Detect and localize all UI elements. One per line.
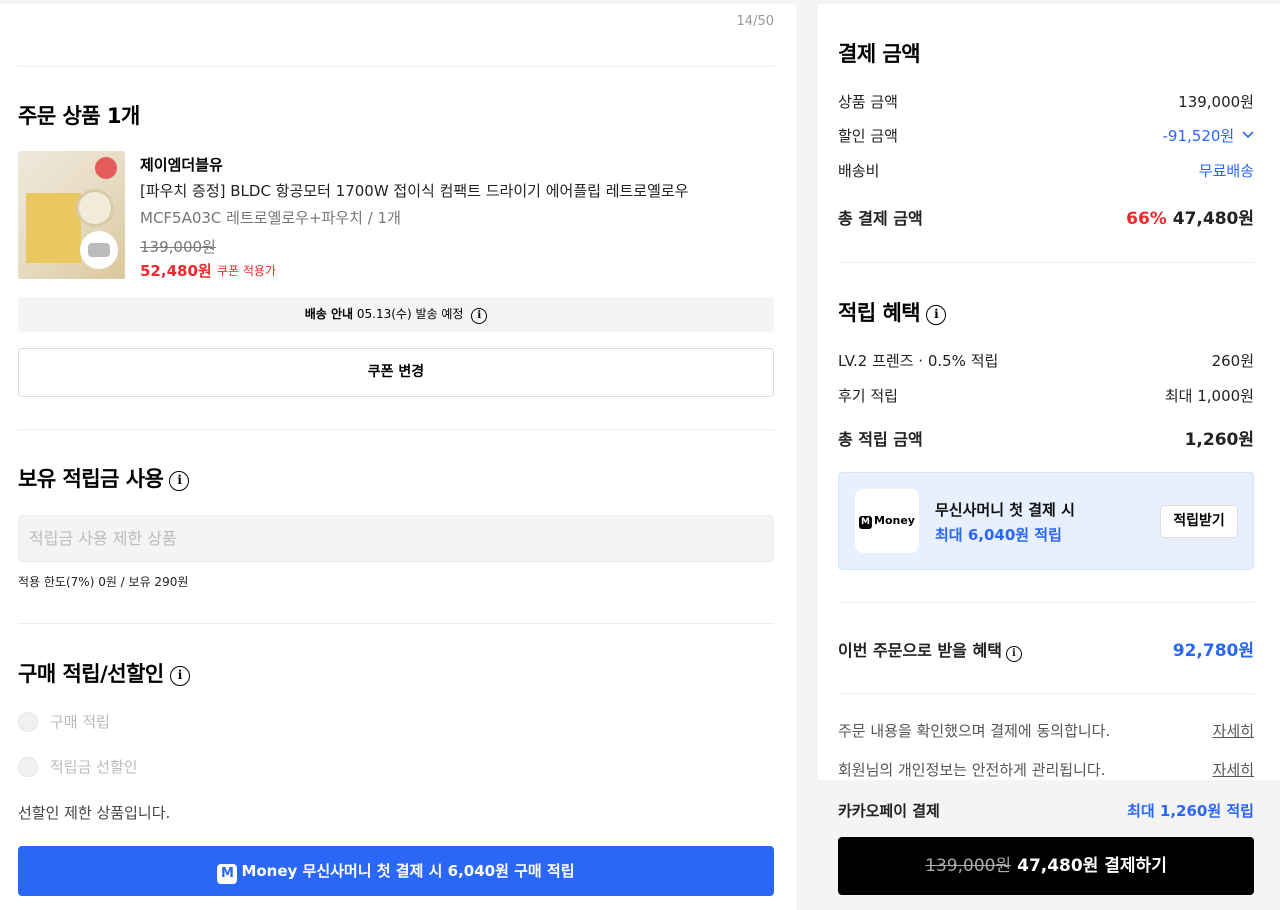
pre-discount-label: 적립금 선할인 xyxy=(50,758,138,776)
privacy-detail-link[interactable]: 자세히 xyxy=(1213,759,1254,780)
total-discount-rate: 66% xyxy=(1126,209,1167,229)
privacy-text: 회원님의 개인정보는 안전하게 관리됩니다. xyxy=(838,761,1106,779)
payment-method-reward: 최대 1,260원 적립 xyxy=(1127,802,1254,820)
char-counter: 14/50 xyxy=(736,14,774,29)
order-panel: 14/50 주문 상품 1개 제이엠더블유 [파우치 증정] BLDC 항공모터… xyxy=(0,4,796,910)
coupon-change-button[interactable]: 쿠폰 변경 xyxy=(18,348,774,397)
product-original-price: 139,000원 xyxy=(140,238,216,256)
payment-method: 카카오페이 결제 xyxy=(838,802,940,820)
total-payment-label: 총 결제 금액 xyxy=(838,209,923,228)
get-reward-button[interactable]: 적립받기 xyxy=(1160,505,1238,538)
product-sale-price: 52,480원 xyxy=(140,262,212,280)
pre-discount-limit-note: 선할인 제한 상품입니다. xyxy=(18,804,171,822)
product-brand[interactable]: 제이엠더블유 xyxy=(140,154,223,175)
pre-discount-radio[interactable] xyxy=(18,757,38,777)
promo-subtitle: 최대 6,040원 적립 xyxy=(935,526,1062,544)
purchase-section-title: 구매 적립/선할인 i xyxy=(18,658,190,688)
order-benefit: 이번 주문으로 받을 혜택 i xyxy=(838,637,1022,662)
product-thumbnail[interactable] xyxy=(18,151,125,279)
pay-button[interactable]: 139,000원 47,480원 결제하기 xyxy=(838,837,1254,895)
money-logo: M Money xyxy=(855,489,919,553)
points-input[interactable]: 적립금 사용 제한 상품 xyxy=(18,515,774,562)
money-promo-banner: M Money 무신사머니 첫 결제 시 최대 6,040원 적립 적립받기 xyxy=(838,472,1254,570)
chevron-down-icon xyxy=(1242,131,1254,139)
order-benefit-value: 92,780원 xyxy=(1172,641,1254,661)
divider xyxy=(838,602,1254,603)
pay-original-price: 139,000원 xyxy=(925,856,1012,876)
purchase-reward-radio[interactable] xyxy=(18,712,38,732)
discount-amount-label: 할인 금액 xyxy=(838,127,898,145)
divider xyxy=(18,623,774,624)
product-name[interactable]: [파우치 증정] BLDC 항공모터 1700W 접이식 컴팩트 드라이기 에어… xyxy=(140,180,689,201)
money-button-label: Money 무신사머니 첫 결제 시 6,040원 구매 적립 xyxy=(241,862,575,880)
info-icon[interactable]: i xyxy=(169,666,190,686)
level-reward-label: LV.2 프렌즈 · 0.5% 적립 xyxy=(838,352,999,370)
promo-title: 무신사머니 첫 결제 시 xyxy=(935,501,1075,519)
total-payment-value: 47,480원 xyxy=(1172,209,1254,229)
order-benefit-label: 이번 주문으로 받을 혜택 xyxy=(838,641,1002,660)
agreement-text: 주문 내용을 확인했으며 결제에 동의합니다. xyxy=(838,722,1111,740)
rewards-title-text: 적립 혜택 xyxy=(838,301,921,325)
shipping-fee-label: 배송비 xyxy=(838,162,880,180)
rewards-section-title: 적립 혜택 i xyxy=(838,297,947,327)
info-icon[interactable]: i xyxy=(169,471,190,491)
shipping-date: 05.13(수) 발송 예정 xyxy=(356,307,464,321)
product-amount-value: 139,000원 xyxy=(1178,93,1254,111)
money-reward-button[interactable]: M Money 무신사머니 첫 결제 시 6,040원 구매 적립 xyxy=(18,846,774,896)
level-reward-value: 260원 xyxy=(1211,352,1254,370)
review-reward-value: 최대 1,000원 xyxy=(1164,387,1254,405)
info-icon[interactable]: i xyxy=(1005,646,1022,662)
product-amount-label: 상품 금액 xyxy=(838,93,898,111)
discount-amount-value: -91,520원 xyxy=(1162,127,1235,145)
info-icon[interactable]: i xyxy=(471,308,488,324)
agreement-detail-link[interactable]: 자세히 xyxy=(1213,720,1254,741)
product-sale-note: 쿠폰 적용가 xyxy=(217,264,277,278)
shipping-label: 배송 안내 xyxy=(304,307,354,321)
divider xyxy=(838,693,1254,694)
divider xyxy=(18,66,774,67)
total-payment: 66% 47,480원 xyxy=(1126,204,1254,229)
order-section-title: 주문 상품 1개 xyxy=(18,104,140,128)
info-icon[interactable]: i xyxy=(926,305,947,325)
review-reward-label: 후기 적립 xyxy=(838,387,898,405)
total-reward-value: 1,260원 xyxy=(1184,430,1254,450)
divider xyxy=(838,262,1254,263)
money-icon: M xyxy=(217,864,238,884)
shipping-fee-value: 무료배송 xyxy=(1198,162,1254,180)
purchase-title-text: 구매 적립/선할인 xyxy=(18,662,164,686)
payment-title: 결제 금액 xyxy=(838,42,921,66)
purchase-reward-label: 구매 적립 xyxy=(50,713,110,731)
product-option: MCF5A03C 레트로옐로우+파우치 / 1개 xyxy=(140,209,401,227)
points-section-title: 보유 적립금 사용 i xyxy=(18,463,190,493)
payment-panel: 결제 금액 상품 금액 139,000원 할인 금액 -91,520원 배송비 … xyxy=(818,4,1280,910)
pay-button-label: 47,480원 결제하기 xyxy=(1017,856,1167,876)
discount-amount-toggle[interactable]: -91,520원 xyxy=(1163,125,1254,146)
total-reward-label: 총 적립 금액 xyxy=(838,430,923,449)
points-title-text: 보유 적립금 사용 xyxy=(18,467,164,491)
points-limit-note: 적용 한도(7%) 0원 / 보유 290원 xyxy=(18,575,189,589)
divider xyxy=(18,429,774,430)
money-logo-text: Money xyxy=(874,514,915,527)
shipping-info[interactable]: 배송 안내 05.13(수) 발송 예정 i xyxy=(18,297,774,332)
money-icon: M xyxy=(859,516,873,529)
